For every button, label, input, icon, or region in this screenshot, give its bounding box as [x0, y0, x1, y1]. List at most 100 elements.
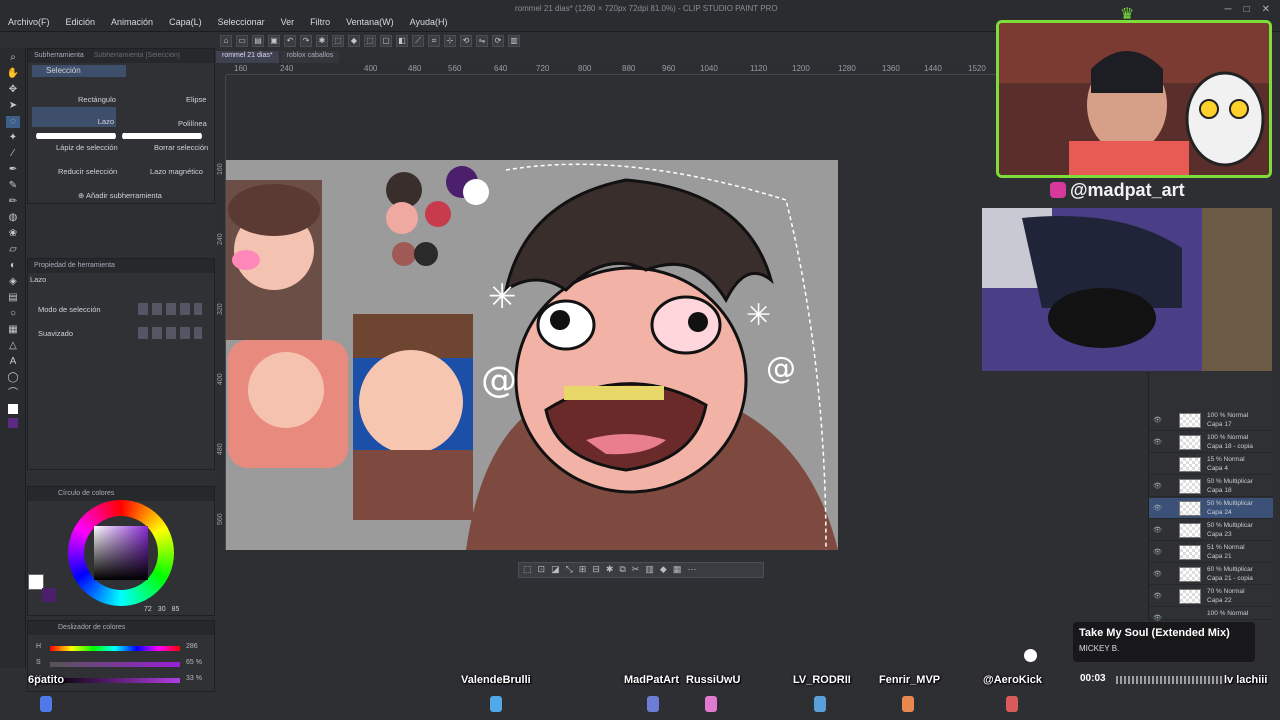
- airbrush-icon[interactable]: ◍: [6, 212, 20, 224]
- select-all-icon[interactable]: ⬚: [364, 35, 376, 47]
- settings-icon[interactable]: ✱: [606, 564, 614, 576]
- layer-icon[interactable]: ▥: [508, 35, 520, 47]
- correct-line-icon[interactable]: ⌒: [6, 388, 20, 400]
- secondary-color-icon[interactable]: [8, 418, 18, 428]
- lasso-icon[interactable]: ◌: [6, 116, 20, 128]
- clear-outside-icon[interactable]: ◪: [551, 564, 560, 576]
- eye-icon[interactable]: 👁: [1153, 614, 1162, 622]
- layer-row-selected[interactable]: 👁 50 % Multiplicar Capa 24: [1149, 498, 1273, 519]
- menu-view[interactable]: Ver: [281, 17, 295, 27]
- saturation-slider[interactable]: S 65 %: [36, 659, 216, 669]
- fill-tool-icon[interactable]: ◈: [6, 276, 20, 288]
- copy-icon[interactable]: ⧉: [619, 564, 625, 576]
- layer-row[interactable]: 👁 70 % Normal Capa 22: [1149, 586, 1273, 607]
- cut-icon[interactable]: ✂: [632, 564, 640, 576]
- menu-window[interactable]: Ventana(W): [346, 17, 394, 27]
- snap-special-icon[interactable]: ⊹: [444, 35, 456, 47]
- eye-icon[interactable]: 👁: [1153, 482, 1162, 490]
- layer-row[interactable]: 👁 51 % Normal Capa 21: [1149, 542, 1273, 563]
- ruler-icon[interactable]: △: [6, 340, 20, 352]
- eye-icon[interactable]: 👁: [1153, 548, 1162, 556]
- decoration-icon[interactable]: ❀: [6, 228, 20, 240]
- menu-layer[interactable]: Capa(L): [169, 17, 202, 27]
- smoothing-buttons[interactable]: [138, 327, 202, 339]
- deselect-icon[interactable]: ▢: [380, 35, 392, 47]
- subtool-tab[interactable]: Subherramienta: [34, 52, 84, 59]
- subtool-rectangle[interactable]: Rectángulo: [78, 95, 116, 104]
- new-file-icon[interactable]: ▭: [236, 35, 248, 47]
- eye-icon[interactable]: 👁: [1153, 526, 1162, 534]
- menu-select[interactable]: Seleccionar: [218, 17, 265, 27]
- color-wheel[interactable]: [68, 500, 174, 606]
- invert-selection-icon[interactable]: ◧: [396, 35, 408, 47]
- scale-icon[interactable]: ⤡: [566, 564, 573, 576]
- transform-icon[interactable]: ⬚: [332, 35, 344, 47]
- auto-select-icon[interactable]: ✦: [6, 132, 20, 144]
- subtool-group[interactable]: Selección: [32, 65, 126, 77]
- subtool-lasso[interactable]: Lazo: [32, 107, 116, 127]
- saturation-bar[interactable]: [50, 662, 180, 667]
- close-icon[interactable]: ✕: [1262, 4, 1270, 15]
- snap-grid-icon[interactable]: ⌗: [428, 35, 440, 47]
- add-subtool-button[interactable]: ⊕ Añadir subherramienta: [78, 191, 162, 200]
- tab-rommel[interactable]: rommel 21 dias*: [216, 51, 279, 63]
- zoom-icon[interactable]: ⌕: [6, 52, 20, 64]
- menu-edit[interactable]: Edición: [66, 17, 96, 27]
- fill-icon[interactable]: ◆: [348, 35, 360, 47]
- pen-icon[interactable]: ✒: [6, 164, 20, 176]
- new-layer-icon[interactable]: ▥: [645, 564, 654, 576]
- layer-row[interactable]: 👁 100 % Normal Capa 17: [1149, 410, 1273, 431]
- sub-color-swatch[interactable]: [42, 588, 56, 602]
- layer-row[interactable]: 👁 50 % Multiplicar Capa 23: [1149, 520, 1273, 541]
- maximize-icon[interactable]: □: [1244, 4, 1250, 15]
- layer-row[interactable]: 👁 100 % Normal: [1149, 608, 1273, 622]
- menu-help[interactable]: Ayuda(H): [410, 17, 448, 27]
- menu-animation[interactable]: Animación: [111, 17, 153, 27]
- flip-icon[interactable]: ⇋: [476, 35, 488, 47]
- eye-icon[interactable]: 👁: [1153, 570, 1162, 578]
- fill-selection-icon[interactable]: ◆: [660, 564, 667, 576]
- redo-icon[interactable]: ↷: [300, 35, 312, 47]
- text-icon[interactable]: A: [6, 356, 20, 368]
- subtool-erase-selection[interactable]: Borrar selección: [154, 143, 208, 152]
- subtool-shrink-selection[interactable]: Reducir selección: [58, 167, 117, 176]
- rotate-left-icon[interactable]: ⟲: [460, 35, 472, 47]
- layer-row[interactable]: 👁 100 % Normal Capa 18 - copia: [1149, 432, 1273, 453]
- layer-row[interactable]: 15 % Normal Capa 4: [1149, 454, 1273, 475]
- move-icon[interactable]: ✥: [6, 84, 20, 96]
- eraser-icon[interactable]: ▱: [6, 244, 20, 256]
- artboard[interactable]: ✳ ✳ @ @: [226, 160, 838, 550]
- subtool-selection-pen[interactable]: Lápiz de selección: [56, 143, 118, 152]
- color-swatch-icon[interactable]: [8, 404, 18, 414]
- subtool-magnetic-lasso[interactable]: Lazo magnético: [150, 167, 203, 176]
- eye-icon[interactable]: 👁: [1153, 592, 1162, 600]
- frame-icon[interactable]: ▦: [6, 324, 20, 336]
- snap-ruler-icon[interactable]: ⟋: [412, 35, 424, 47]
- subtool-polyline[interactable]: Polilínea: [178, 119, 207, 128]
- home-icon[interactable]: ⌂: [220, 35, 232, 47]
- menu-file[interactable]: Archivo(F): [8, 17, 50, 27]
- shrink-icon[interactable]: ⊟: [592, 564, 600, 576]
- eyedropper-icon[interactable]: ⁄: [6, 148, 20, 160]
- pattern-icon[interactable]: ▦: [673, 564, 682, 576]
- minimize-icon[interactable]: ─: [1224, 4, 1231, 15]
- brush-icon[interactable]: ✏: [6, 196, 20, 208]
- object-select-icon[interactable]: ➤: [6, 100, 20, 112]
- blend-icon[interactable]: ◐: [6, 260, 20, 272]
- save-icon[interactable]: ▣: [268, 35, 280, 47]
- crop-icon[interactable]: ⊡: [538, 564, 546, 576]
- subtool-tab-2[interactable]: Subherramienta [Selección]: [94, 52, 180, 59]
- gradient-icon[interactable]: ▤: [6, 292, 20, 304]
- balloon-icon[interactable]: ◯: [6, 372, 20, 384]
- menu-filter[interactable]: Filtro: [310, 17, 330, 27]
- eye-icon[interactable]: 👁: [1153, 438, 1162, 446]
- eye-icon[interactable]: 👁: [1153, 504, 1162, 512]
- layer-row[interactable]: 👁 60 % Multiplicar Capa 21 - copia: [1149, 564, 1273, 585]
- more-icon[interactable]: ⋯: [687, 564, 696, 576]
- subtool-ellipse[interactable]: Elipse: [186, 95, 206, 104]
- eye-icon[interactable]: 👁: [1153, 416, 1162, 424]
- hue-bar[interactable]: [50, 646, 180, 651]
- figure-icon[interactable]: ○: [6, 308, 20, 320]
- open-icon[interactable]: ▤: [252, 35, 264, 47]
- pencil-icon[interactable]: ✎: [6, 180, 20, 192]
